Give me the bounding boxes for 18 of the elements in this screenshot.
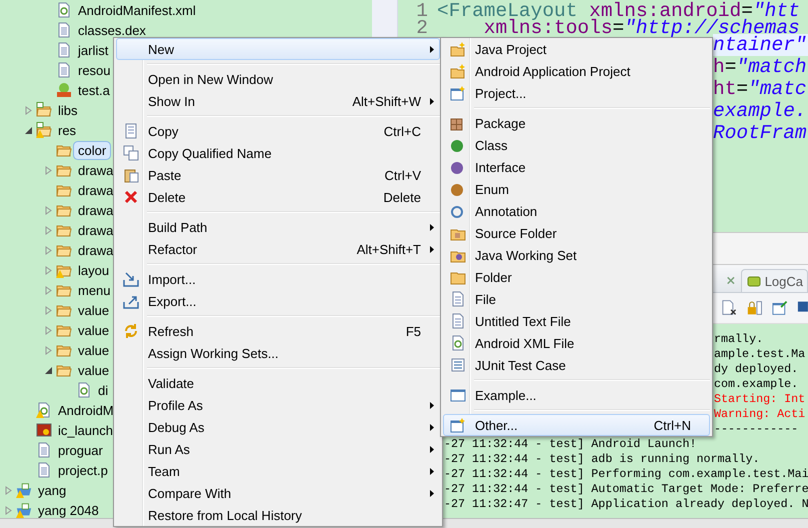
code-line: RootFram [713,122,808,144]
code-line: example. [713,100,808,122]
console-line: -27 11:32:47 - test] Application already deployed. N [444,497,808,512]
console-line: com.example. [714,377,798,392]
code-line: ht="matc [713,78,808,100]
console-line: ample.test.Ma [714,347,806,362]
console-line: rmally. [714,332,764,347]
console-line: -27 11:32:44 - test] Android Launch! [444,437,696,452]
code-line: h="match [713,56,808,78]
console-line: dy deployed. [714,362,798,377]
line-number: 1 [415,0,429,17]
console-line: Starting: Int [714,392,806,407]
console-line: -27 11:32:44 - test] adb is running normally. [444,452,760,467]
console-line: Warning: Acti [714,407,806,422]
console-line: ------------ [714,422,798,437]
console-line: -27 11:32:44 - test] Automatic Target Mode: Preferre [444,482,808,497]
console-line: -27 11:32:44 - test] Performing com.example.test.Mai [444,467,808,482]
line-number: 2 [415,17,429,34]
